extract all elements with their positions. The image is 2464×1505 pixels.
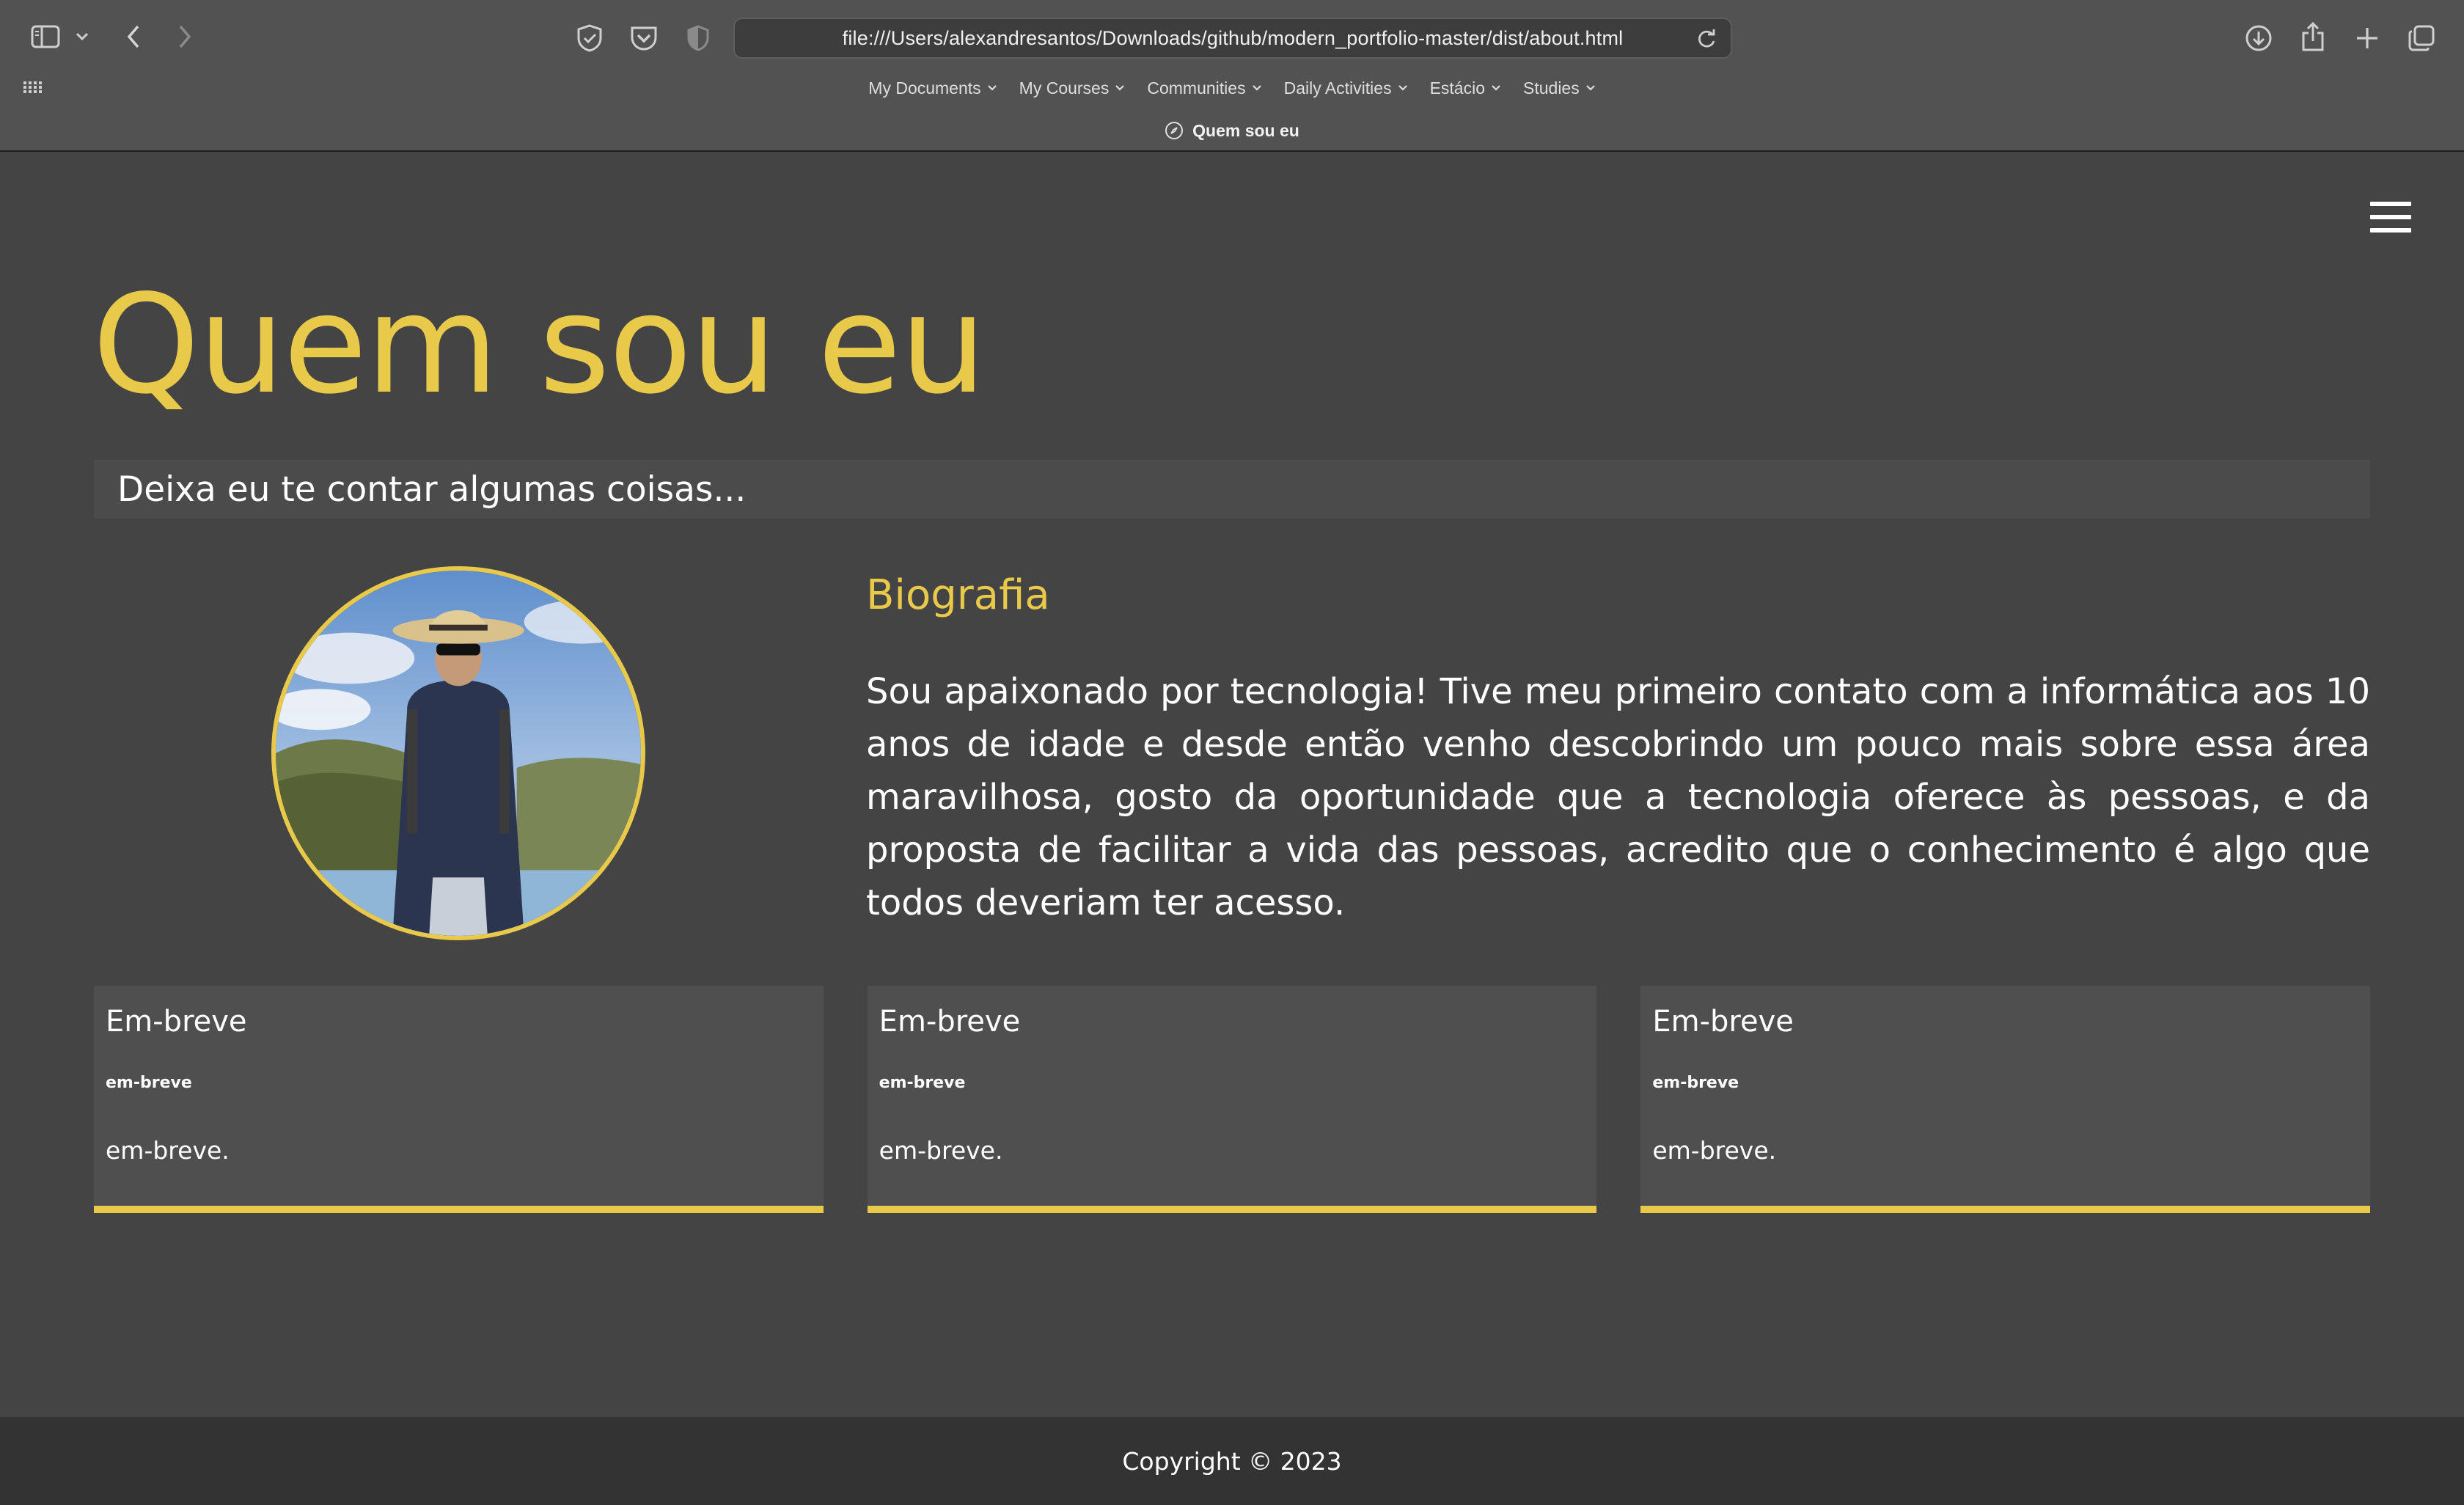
download-icon[interactable] <box>2243 22 2275 54</box>
chevron-left-icon[interactable] <box>122 22 145 51</box>
favorite-daily-activities[interactable]: Daily Activities <box>1284 78 1408 98</box>
card-subtitle: em-breve <box>879 1074 966 1092</box>
chevron-down-icon <box>1398 85 1407 91</box>
reload-icon[interactable] <box>1695 28 1717 53</box>
card-text: em-breve. <box>106 1136 230 1165</box>
chevron-down-icon <box>987 85 997 91</box>
chevron-right-icon[interactable] <box>173 22 197 51</box>
chevron-down-icon <box>1115 85 1125 91</box>
favorite-label: My Documents <box>868 78 981 98</box>
card-subtitle: em-breve <box>1652 1074 1739 1092</box>
tabs-overview-icon[interactable] <box>2405 22 2438 54</box>
footer: Copyright © 2023 <box>0 1417 2464 1505</box>
chevron-down-icon <box>1585 85 1595 91</box>
card: Em-breve em-breve em-breve. <box>1640 986 2371 1213</box>
chevron-down-icon[interactable] <box>73 29 91 44</box>
shield-check-icon[interactable] <box>573 22 606 54</box>
favorite-my-courses[interactable]: My Courses <box>1019 78 1126 98</box>
share-icon[interactable] <box>2297 19 2329 54</box>
tab-title: Quem sou eu <box>1192 120 1299 140</box>
favorites-bar: My Documents My Courses Communities Dail… <box>0 72 2464 104</box>
plus-icon[interactable] <box>2351 22 2383 54</box>
pocket-icon[interactable] <box>628 22 660 54</box>
page-content: Quem sou eu Deixa eu te contar algumas c… <box>0 152 2464 1417</box>
favorite-label: Communities <box>1147 78 1246 98</box>
favorite-label: Daily Activities <box>1283 78 1392 98</box>
card-text: em-breve. <box>1652 1136 1777 1165</box>
card-row: Em-breve em-breve em-breve. Em-breve em-… <box>94 986 2371 1213</box>
profile-photo-image <box>276 571 641 936</box>
address-bar[interactable]: file:///Users/alexandresantos/Downloads/… <box>733 18 1732 59</box>
hamburger-menu-icon[interactable] <box>2370 202 2411 232</box>
compass-icon <box>1165 122 1184 139</box>
card: Em-breve em-breve em-breve. <box>94 986 824 1213</box>
favorite-my-documents[interactable]: My Documents <box>868 78 997 98</box>
card: Em-breve em-breve em-breve. <box>867 986 1597 1213</box>
card-title: Em-breve <box>106 1005 247 1039</box>
copyright-text: Copyright © 2023 <box>1122 1446 1342 1476</box>
chevron-down-icon <box>1492 85 1500 91</box>
card-subtitle: em-breve <box>106 1074 192 1092</box>
card-title: Em-breve <box>879 1005 1021 1039</box>
active-tab[interactable]: Quem sou eu <box>0 116 2464 145</box>
favorite-estacio[interactable]: Estácio <box>1430 78 1501 98</box>
bio-heading: Biografia <box>866 571 1050 619</box>
chevron-down-icon <box>1252 85 1261 91</box>
favorite-studies[interactable]: Studies <box>1523 78 1596 98</box>
profile-photo <box>271 566 645 940</box>
favorite-communities[interactable]: Communities <box>1147 78 1261 98</box>
subtitle-bar: Deixa eu te contar algumas coisas... <box>94 460 2370 519</box>
favorite-label: Estácio <box>1429 78 1485 98</box>
card-title: Em-breve <box>1652 1005 1794 1039</box>
url-text: file:///Users/alexandresantos/Downloads/… <box>842 26 1624 49</box>
half-shield-icon[interactable] <box>683 22 713 54</box>
favorite-label: My Courses <box>1019 78 1110 98</box>
sidebar-toggle-icon[interactable] <box>29 23 62 50</box>
bio-text: Sou apaixonado por tecnologia! Tive meu … <box>866 671 2370 923</box>
browser-toolbar: file:///Users/alexandresantos/Downloads/… <box>0 0 2464 152</box>
page-subtitle: Deixa eu te contar algumas coisas... <box>117 469 747 510</box>
card-text: em-breve. <box>879 1136 1003 1165</box>
favorite-label: Studies <box>1523 78 1580 98</box>
page-title: Quem sou eu <box>92 265 986 424</box>
